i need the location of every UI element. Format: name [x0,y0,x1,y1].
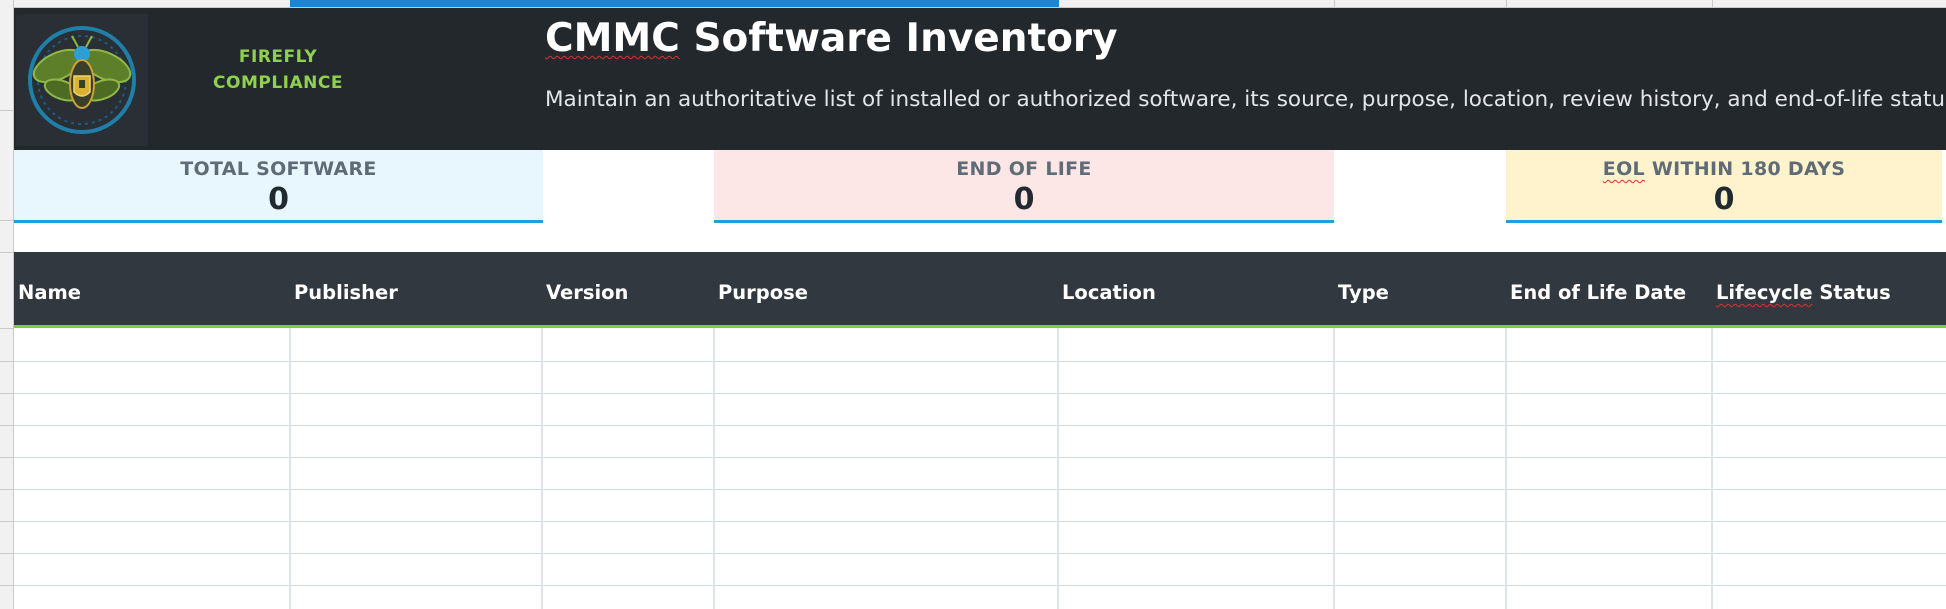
column-header-divider [1712,0,1713,8]
table-column-divider [1057,328,1059,609]
column-header-name[interactable]: Name [14,252,290,325]
column-header-divider [1334,0,1335,8]
brand-line-2: COMPLIANCE [213,73,343,93]
kpi-card-end-of-life[interactable]: END OF LIFE 0 [714,150,1334,223]
table-column-divider [1505,328,1507,609]
brand-line-1: FIREFLY [238,47,318,67]
page-title-rest: Software Inventory [679,16,1118,61]
kpi-label-rest: WITHIN 180 DAYS [1644,158,1846,180]
column-header-purpose[interactable]: Purpose [714,252,1058,325]
column-header-version[interactable]: Version [542,252,714,325]
column-header-end-of-life-date[interactable]: End of Life Date [1506,252,1712,325]
row-header-strip[interactable] [0,0,14,609]
kpi-value: 0 [1013,182,1035,217]
table-row-divider [14,489,1946,490]
firefly-logo-icon [28,26,136,134]
kpi-label-abbrev: EOL [1602,158,1645,180]
table-column-divider [713,328,715,609]
kpi-label: TOTAL SOFTWARE [180,158,377,180]
page-title: CMMC Software Inventory [545,14,1118,64]
kpi-card-total-software[interactable]: TOTAL SOFTWARE 0 [14,150,543,223]
kpi-card-eol-within-180-days[interactable]: EOL WITHIN 180 DAYS 0 [1506,150,1942,223]
page-title-abbrev: CMMC [545,16,680,61]
table-column-divider [1711,328,1713,609]
lifecycle-status-text: Lifecycle [1716,281,1813,304]
column-header-publisher[interactable]: Publisher [290,252,542,325]
lifecycle-status-rest: Status [1812,281,1891,304]
brand-name: FIREFLY COMPLIANCE [200,44,356,96]
table-header-row: Name Publisher Version Purpose Location … [14,252,1946,328]
kpi-label: END OF LIFE [956,158,1092,180]
table-row-divider [14,393,1946,394]
table-row-divider [14,457,1946,458]
table-column-divider [289,328,291,609]
firefly-logo [16,14,148,146]
table-row-divider [14,361,1946,362]
kpi-value: 0 [268,182,289,217]
table-column-divider [1333,328,1335,609]
table-row-divider [14,585,1946,586]
table-row-divider [14,521,1946,522]
column-header-type[interactable]: Type [1334,252,1506,325]
table-row-divider [14,553,1946,554]
page-description: Maintain an authoritative list of instal… [545,87,1946,112]
table-body[interactable] [14,328,1946,609]
table-row-divider [14,425,1946,426]
column-header-lifecycle-status[interactable]: Lifecycle Status [1712,252,1946,325]
kpi-label: EOL WITHIN 180 DAYS [1506,156,1942,182]
selected-columns-highlight[interactable] [290,0,1059,7]
kpi-value: 0 [1713,182,1735,217]
column-header-divider [1506,0,1507,8]
table-column-divider [541,328,543,609]
column-header-location[interactable]: Location [1058,252,1334,325]
